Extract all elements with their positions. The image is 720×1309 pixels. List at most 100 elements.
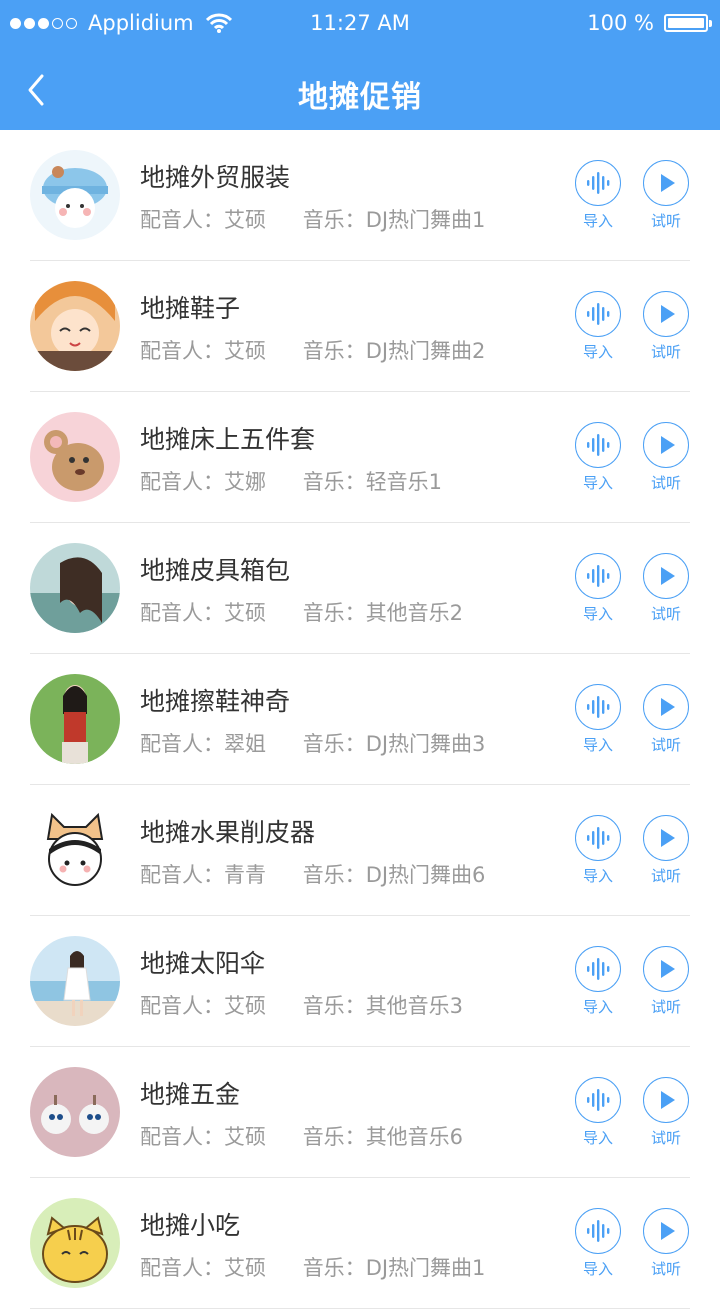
list-item[interactable]: 地摊小吃 配音人：艾硕 音乐：DJ热门舞曲1 导入 试听 [0,1178,720,1309]
import-button[interactable]: 导入 [572,553,624,624]
promo-list: 地摊外贸服装 配音人：艾硕 音乐：DJ热门舞曲1 导入 试听 地摊鞋子 配音人：… [0,130,720,1309]
list-item[interactable]: 地摊擦鞋神奇 配音人：翠姐 音乐：DJ热门舞曲3 导入 试听 [0,654,720,785]
music-name: DJ热门舞曲2 [365,339,486,363]
voice-name: 艾硕 [224,339,266,363]
play-icon [661,436,675,454]
import-label: 导入 [582,605,613,623]
list-item[interactable]: 地摊鞋子 配音人：艾硕 音乐：DJ热门舞曲2 导入 试听 [0,261,720,392]
listen-label: 试听 [650,1260,681,1278]
listen-label: 试听 [650,474,681,492]
list-item[interactable]: 地摊水果削皮器 配音人：青青 音乐：DJ热门舞曲6 导入 试听 [0,785,720,916]
voice-name: 艾硕 [224,208,266,232]
music-label: 音乐： [302,863,366,887]
list-item[interactable]: 地摊五金 配音人：艾硕 音乐：其他音乐6 导入 试听 [0,1047,720,1178]
import-button[interactable]: 导入 [572,291,624,362]
voice-label: 配音人： [140,1125,224,1149]
battery-icon [664,14,712,32]
listen-button[interactable]: 试听 [640,1077,692,1148]
waveform-icon [587,1220,610,1242]
waveform-icon [587,172,610,194]
item-meta: 配音人：艾硕 音乐：其他音乐2 [140,597,463,627]
music-name: DJ热门舞曲1 [365,1256,486,1280]
voice-label: 配音人： [140,208,224,232]
play-icon [661,960,675,978]
import-label: 导入 [582,212,613,230]
listen-button[interactable]: 试听 [640,422,692,493]
voice-name: 翠姐 [224,732,266,756]
voice-label: 配音人： [140,339,224,363]
import-label: 导入 [582,1260,613,1278]
list-item[interactable]: 地摊床上五件套 配音人：艾娜 音乐：轻音乐1 导入 试听 [0,392,720,523]
waveform-icon [587,1089,610,1111]
item-meta: 配音人：艾硕 音乐：DJ热门舞曲1 [140,204,485,234]
listen-button[interactable]: 试听 [640,1208,692,1279]
listen-button[interactable]: 试听 [640,946,692,1017]
import-button[interactable]: 导入 [572,946,624,1017]
item-title: 地摊擦鞋神奇 [140,687,291,716]
item-meta: 配音人：翠姐 音乐：DJ热门舞曲3 [140,728,485,758]
listen-button[interactable]: 试听 [640,291,692,362]
item-meta: 配音人：青青 音乐：DJ热门舞曲6 [140,859,485,889]
waveform-icon [587,434,610,456]
anime-girl-avatar [30,281,120,371]
cartoon-mouse-avatar [30,412,120,502]
import-button[interactable]: 导入 [572,1208,624,1279]
listen-label: 试听 [650,998,681,1016]
import-button[interactable]: 导入 [572,1077,624,1148]
voice-label: 配音人： [140,863,224,887]
listen-button[interactable]: 试听 [640,815,692,886]
item-title: 地摊外贸服装 [140,163,291,192]
music-label: 音乐： [302,601,366,625]
waveform-icon [587,303,610,325]
item-meta: 配音人：艾娜 音乐：轻音乐1 [140,466,442,496]
import-label: 导入 [582,1129,613,1147]
import-button[interactable]: 导入 [572,160,624,231]
voice-name: 艾硕 [224,1256,266,1280]
item-meta: 配音人：艾硕 音乐：DJ热门舞曲1 [140,1252,485,1282]
voice-name: 艾硕 [224,994,266,1018]
music-name: DJ热门舞曲3 [365,732,486,756]
cat-hat-girl-avatar [30,805,120,895]
listen-label: 试听 [650,736,681,754]
list-item[interactable]: 地摊皮具箱包 配音人：艾硕 音乐：其他音乐2 导入 试听 [0,523,720,654]
import-label: 导入 [582,474,613,492]
item-title: 地摊床上五件套 [140,425,316,454]
listen-button[interactable]: 试听 [640,553,692,624]
voice-name: 艾硕 [224,601,266,625]
item-title: 地摊五金 [140,1080,241,1109]
nav-bar: 地摊促销 [0,48,720,130]
item-meta: 配音人：艾硕 音乐：DJ热门舞曲2 [140,335,485,365]
item-title: 地摊鞋子 [140,294,241,323]
item-meta: 配音人：艾硕 音乐：其他音乐6 [140,1121,463,1151]
voice-label: 配音人： [140,732,224,756]
listen-button[interactable]: 试听 [640,684,692,755]
play-icon [661,1222,675,1240]
music-label: 音乐： [302,470,366,494]
item-title: 地摊太阳伞 [140,949,266,978]
item-title: 地摊水果削皮器 [140,818,316,847]
music-label: 音乐： [302,208,366,232]
battery-percent: 100 % [587,11,654,35]
status-bar: Applidium 11:27 AM 100 % [0,0,720,48]
listen-label: 试听 [650,212,681,230]
girl-beach-avatar [30,936,120,1026]
import-button[interactable]: 导入 [572,815,624,886]
import-button[interactable]: 导入 [572,684,624,755]
listen-label: 试听 [650,343,681,361]
list-item[interactable]: 地摊太阳伞 配音人：艾硕 音乐：其他音乐3 导入 试听 [0,916,720,1047]
page-title: 地摊促销 [298,80,422,115]
import-button[interactable]: 导入 [572,422,624,493]
music-name: DJ热门舞曲6 [365,863,486,887]
waveform-icon [587,827,610,849]
voice-name: 艾硕 [224,1125,266,1149]
girl-photo-avatar [30,543,120,633]
play-icon [661,174,675,192]
voice-name: 青青 [224,863,266,887]
music-name: DJ热门舞曲1 [365,208,486,232]
music-name: 其他音乐6 [365,1125,464,1149]
list-item[interactable]: 地摊外贸服装 配音人：艾硕 音乐：DJ热门舞曲1 导入 试听 [0,130,720,261]
listen-button[interactable]: 试听 [640,160,692,231]
earrings-avatar [30,1067,120,1157]
header: Applidium 11:27 AM 100 % 地摊促销 [0,0,720,130]
play-icon [661,698,675,716]
